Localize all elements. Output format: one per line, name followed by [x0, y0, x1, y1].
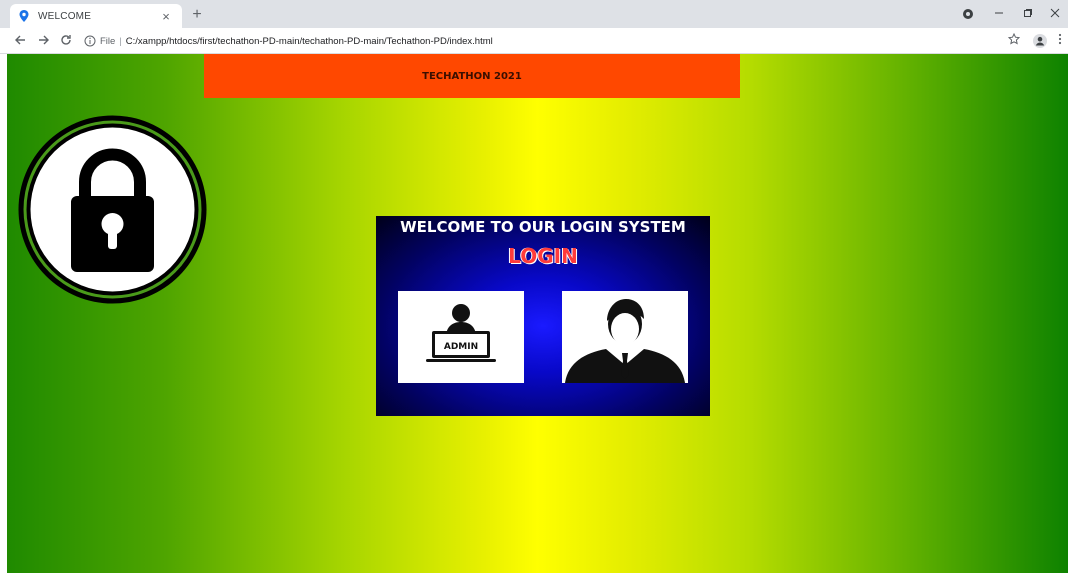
login-title: LOGIN	[508, 244, 578, 268]
login-panel: WELCOME TO OUR LOGIN SYSTEM LOGIN ADMIN	[376, 216, 710, 416]
user-avatar-icon	[565, 299, 685, 383]
banner-title: TECHATHON 2021	[422, 70, 522, 82]
browser-tab-strip: WELCOME × +	[0, 0, 1068, 28]
padlock-icon	[15, 112, 210, 307]
tab-close-button[interactable]: ×	[158, 9, 174, 24]
reload-button[interactable]	[56, 31, 76, 51]
reload-icon	[61, 35, 71, 45]
web-page: TECHATHON 2021 WELCOME TO OUR LOGIN SYST…	[7, 54, 1068, 573]
arrow-left-icon	[15, 35, 25, 45]
record-icon[interactable]	[956, 4, 980, 24]
scheme-label: File	[100, 35, 116, 47]
star-icon[interactable]	[1004, 31, 1024, 51]
admin-login-button[interactable]: ADMIN	[398, 291, 524, 383]
profile-icon[interactable]	[1030, 31, 1050, 51]
arrow-right-icon	[39, 35, 49, 45]
restore-button[interactable]	[1016, 4, 1040, 24]
address-bar[interactable]: File | C:/xampp/htdocs/first/techathon-P…	[84, 31, 996, 51]
address-separator: |	[119, 35, 122, 47]
new-tab-button[interactable]: +	[188, 6, 206, 24]
close-window-button[interactable]	[1043, 4, 1067, 24]
welcome-heading: WELCOME TO OUR LOGIN SYSTEM	[400, 218, 686, 236]
info-icon	[84, 35, 96, 47]
header-banner: TECHATHON 2021	[204, 54, 740, 98]
location-pin-icon	[18, 10, 30, 22]
minimize-button[interactable]	[987, 4, 1011, 24]
back-button[interactable]	[10, 31, 30, 51]
browser-toolbar: File | C:/xampp/htdocs/first/techathon-P…	[0, 28, 1068, 54]
admin-laptop-icon: ADMIN	[426, 304, 496, 362]
url-text: C:/xampp/htdocs/first/techathon-PD-main/…	[125, 35, 493, 47]
admin-label: ADMIN	[444, 342, 478, 352]
kebab-menu-icon[interactable]	[1050, 31, 1068, 51]
forward-button[interactable]	[34, 31, 54, 51]
browser-tab[interactable]: WELCOME ×	[10, 4, 182, 28]
tab-title: WELCOME	[38, 10, 92, 22]
user-login-button[interactable]	[562, 291, 688, 383]
